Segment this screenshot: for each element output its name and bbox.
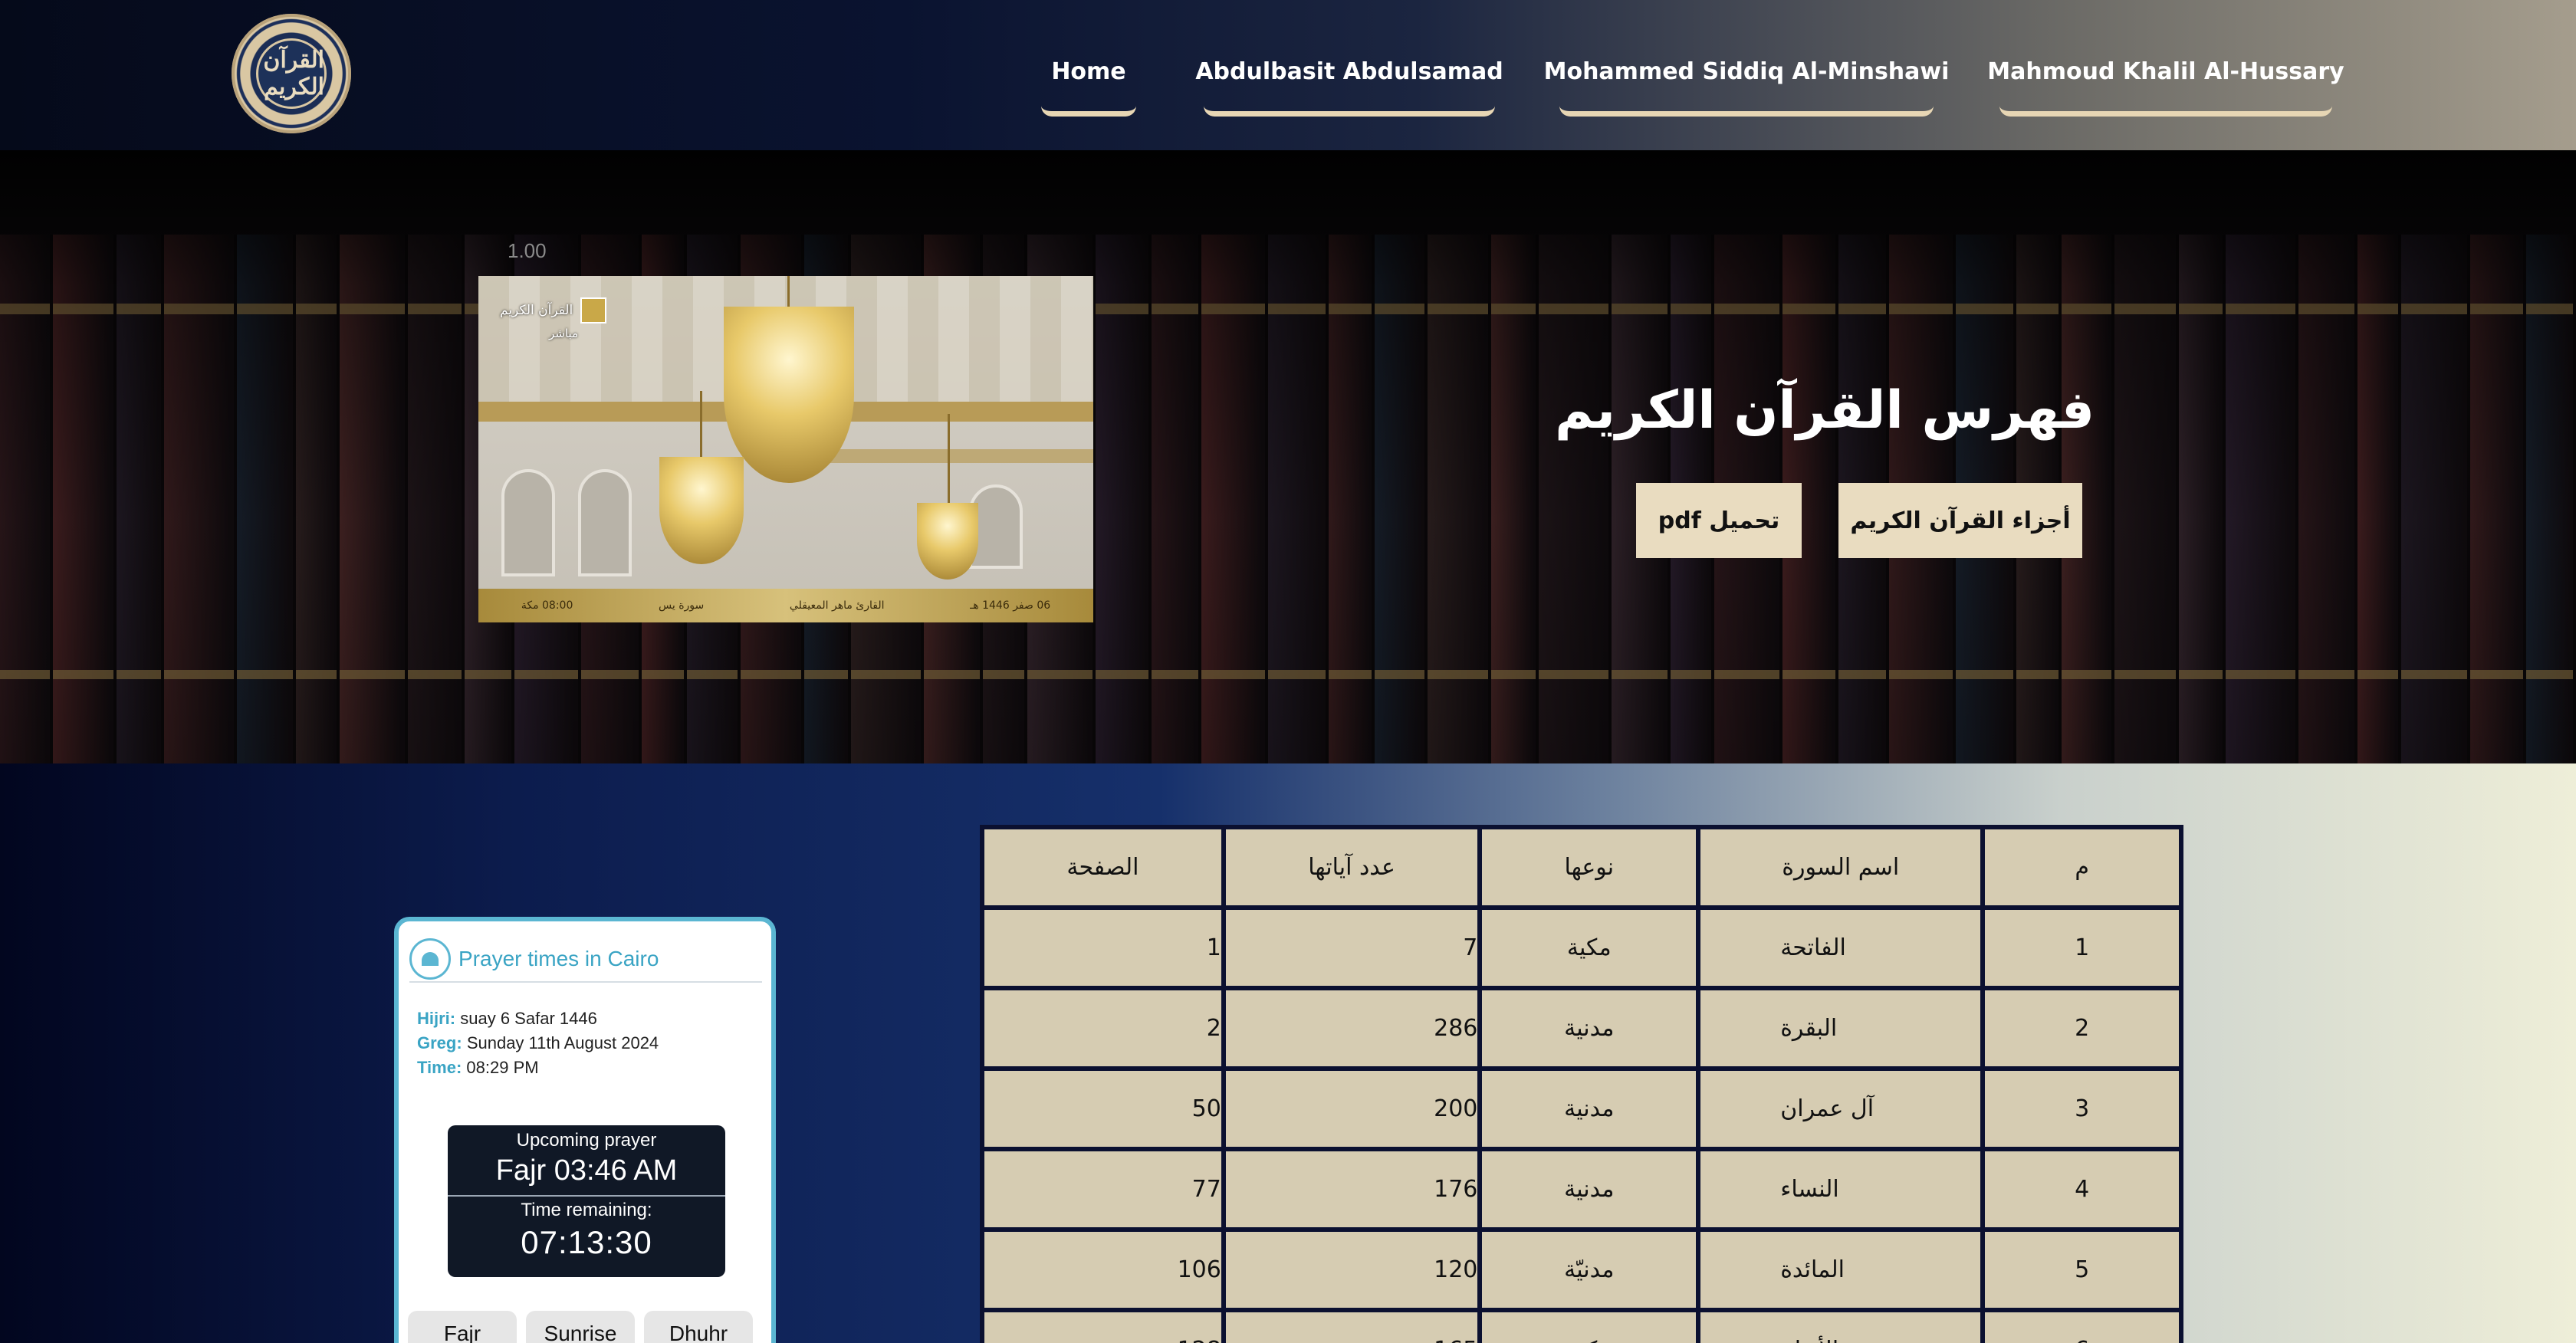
prayer-widget-header: Prayer times in Cairo <box>409 937 762 983</box>
table-cell: آل عمران <box>1696 1066 1986 1151</box>
table-cell: الفاتحة <box>1696 905 1986 990</box>
hero-banner: 1.00 القرآن الكريم مباشر 06 صفر 1446 هـ … <box>0 150 2576 763</box>
channel-badge: القرآن الكريم <box>500 297 607 323</box>
col-surah-name: اسم السورة <box>1696 825 1986 910</box>
logo-text: القرآن الكريم <box>256 38 327 109</box>
table-row: 2 البقرة مدنية 286 2 <box>980 986 2183 1071</box>
live-label: مباشر <box>549 327 578 340</box>
playback-speed[interactable]: 1.00 <box>508 239 547 263</box>
tab-dhuhr[interactable]: Dhuhr <box>644 1311 753 1343</box>
table-cell: النساء <box>1696 1147 1986 1232</box>
page-title: فهرس القرآن الكريم <box>1555 380 2095 441</box>
current-time: Time: 08:29 PM <box>417 1058 539 1077</box>
prayer-times-widget: Prayer times in Cairo Hijri: suay 6 Safa… <box>394 917 776 1343</box>
table-cell: 7 <box>1221 905 1483 990</box>
table-cell: مدنية <box>1477 986 1701 1071</box>
table-cell: مدنيّة <box>1477 1227 1701 1312</box>
channel-logo-icon <box>580 297 607 323</box>
mosque-icon <box>409 938 451 980</box>
table-row: 5 المائدة مدنيّة 120 106 <box>980 1227 2183 1312</box>
nav-hussary[interactable]: Mahmoud Khalil Al-Hussary <box>1987 55 2344 117</box>
quran-logo[interactable]: القرآن الكريم <box>232 14 351 133</box>
col-type: نوعها <box>1477 825 1701 910</box>
upcoming-prayer-value: Fajr 03:46 AM <box>495 1154 678 1187</box>
tab-fajr[interactable]: Fajr <box>408 1311 517 1343</box>
table-cell: 50 <box>980 1066 1226 1151</box>
table-cell: 2 <box>1980 986 2183 1071</box>
table-cell: 1 <box>980 905 1226 990</box>
gregorian-date: Greg: Sunday 11th August 2024 <box>417 1033 659 1052</box>
countdown-timer: 07:13:30 <box>521 1224 652 1260</box>
site-header: القرآن الكريم Home Abdulbasit Abdulsamad… <box>0 0 2576 150</box>
table-cell: البقرة <box>1696 986 1986 1071</box>
table-cell: 286 <box>1221 986 1483 1071</box>
col-number: م <box>1980 825 2183 910</box>
quran-parts-button[interactable]: أجزاء القرآن الكريم <box>1838 483 2082 558</box>
table-cell: 6 <box>1980 1308 2183 1343</box>
nav-abdulbasit[interactable]: Abdulbasit Abdulsamad <box>1195 55 1503 117</box>
table-cell: 5 <box>1980 1227 2183 1312</box>
table-cell: 120 <box>1221 1227 1483 1312</box>
table-cell: مدنية <box>1477 1147 1701 1232</box>
table-row: 4 النساء مدنية 176 77 <box>980 1147 2183 1232</box>
table-cell: 165 <box>1221 1308 1483 1343</box>
table-cell: مكية <box>1477 905 1701 990</box>
table-cell: المائدة <box>1696 1227 1986 1312</box>
live-video-player[interactable]: القرآن الكريم مباشر 06 صفر 1446 هـ القار… <box>478 276 1093 622</box>
table-cell: 3 <box>1980 1066 2183 1151</box>
table-cell: 2 <box>980 986 1226 1071</box>
nav-home[interactable]: Home <box>1041 55 1136 117</box>
table-cell: 4 <box>1980 1147 2183 1232</box>
nav-minshawi[interactable]: Mohammed Siddiq Al-Minshawi <box>1544 55 1949 117</box>
download-pdf-button[interactable]: تحميل pdf <box>1636 483 1802 558</box>
upcoming-prayer-panel: Upcoming prayer Fajr 03:46 AM Time remai… <box>448 1125 725 1277</box>
table-cell: مكية <box>1477 1308 1701 1343</box>
table-cell: 106 <box>980 1227 1226 1312</box>
table-cell: الأنعام <box>1696 1308 1986 1343</box>
table-cell: 128 <box>980 1308 1226 1343</box>
table-header-row: م اسم السورة نوعها عدد آياتها الصفحة <box>980 825 2183 910</box>
table-cell: 1 <box>1980 905 2183 990</box>
table-row: 1 الفاتحة مكية 7 1 <box>980 905 2183 990</box>
table-cell: 200 <box>1221 1066 1483 1151</box>
table-cell: مدنية <box>1477 1066 1701 1151</box>
video-chyron: 06 صفر 1446 هـ القارئ ماهر المعيقلي سورة… <box>478 589 1093 622</box>
col-page: الصفحة <box>980 825 1226 910</box>
tab-sunrise[interactable]: Sunrise <box>526 1311 635 1343</box>
table-row: 6الأنعاممكية165128 <box>980 1308 2183 1343</box>
table-row: 3 آل عمران مدنية 200 50 <box>980 1066 2183 1151</box>
col-ayah-count: عدد آياتها <box>1221 825 1483 910</box>
surah-index-table: م اسم السورة نوعها عدد آياتها الصفحة 1 ال… <box>980 825 2183 1343</box>
prayer-widget-title: Prayer times in Cairo <box>458 947 659 970</box>
table-cell: 77 <box>980 1147 1226 1232</box>
hijri-date: Hijri: suay 6 Safar 1446 <box>417 1009 597 1028</box>
table-cell: 176 <box>1221 1147 1483 1232</box>
